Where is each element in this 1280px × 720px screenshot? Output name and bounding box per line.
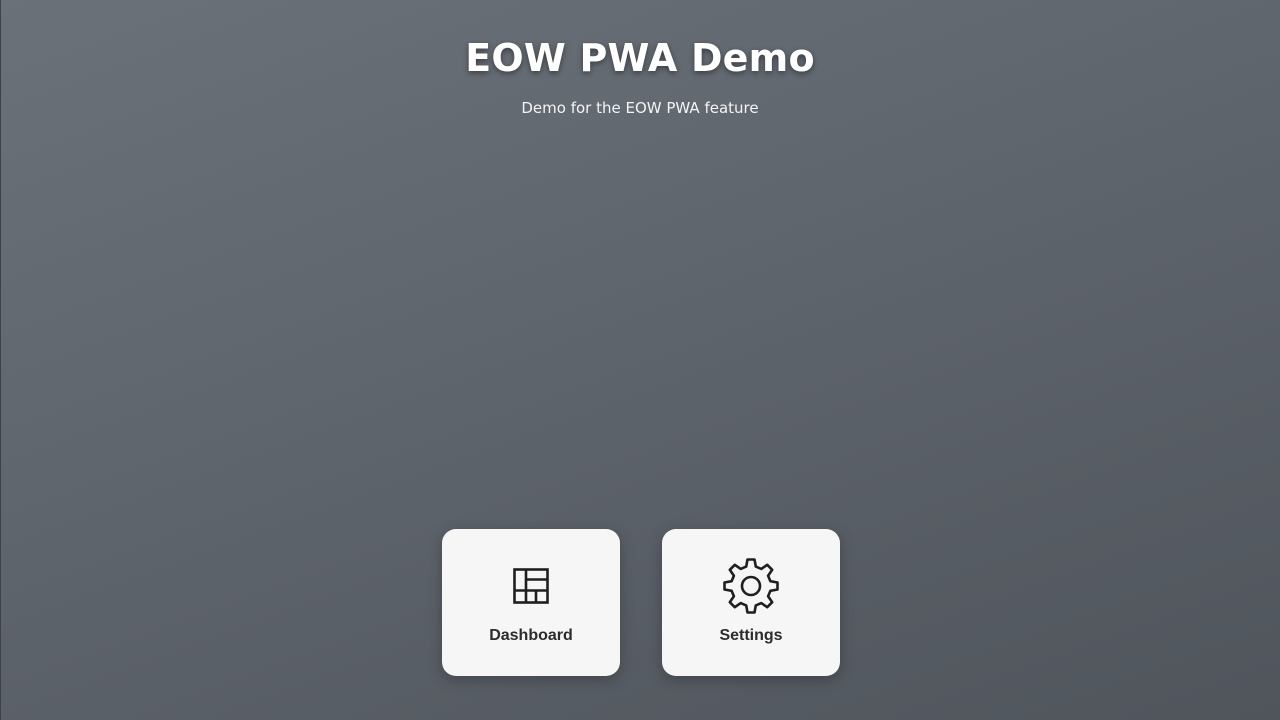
page-title: EOW PWA Demo bbox=[465, 36, 815, 80]
dashboard-icon bbox=[501, 557, 561, 617]
page-header: EOW PWA Demo Demo for the EOW PWA featur… bbox=[0, 0, 1280, 118]
page-subtitle: Demo for the EOW PWA feature bbox=[521, 99, 759, 117]
tile-grid: Dashboard Settings bbox=[442, 529, 840, 676]
gear-icon bbox=[721, 557, 781, 617]
settings-tile[interactable]: Settings bbox=[662, 529, 840, 676]
dashboard-tile[interactable]: Dashboard bbox=[442, 529, 620, 676]
dashboard-label: Dashboard bbox=[489, 627, 573, 644]
settings-label: Settings bbox=[719, 627, 783, 644]
